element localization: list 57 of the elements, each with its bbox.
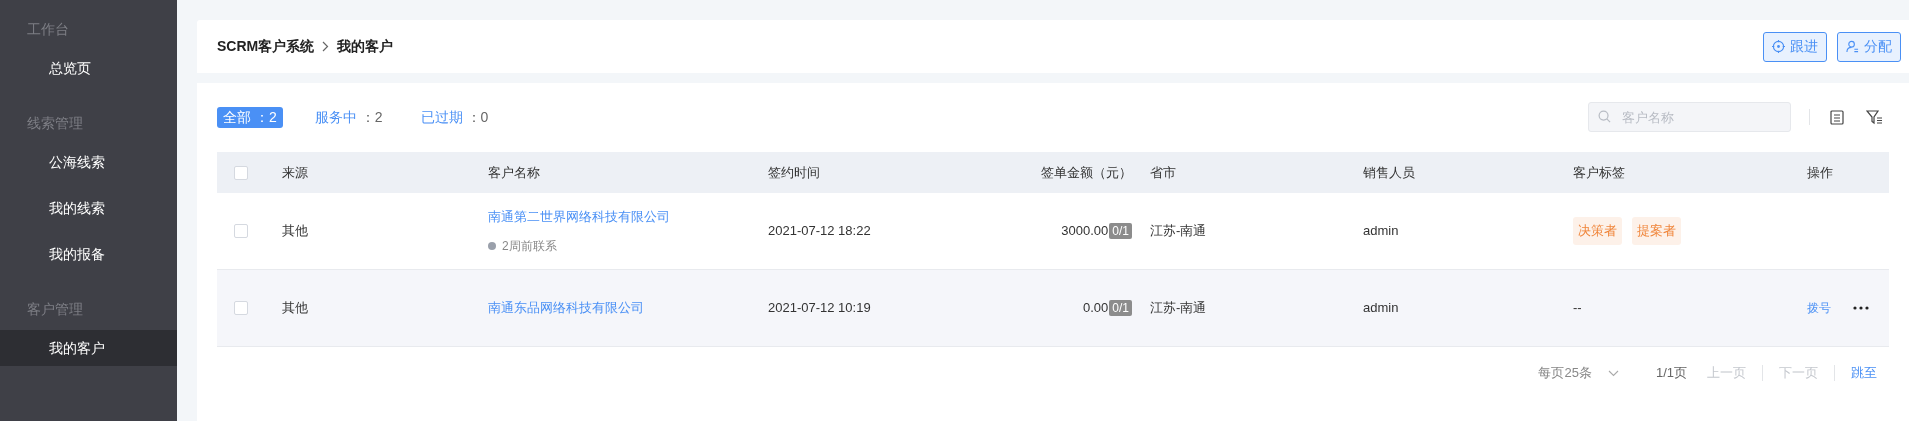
table-cell-text: 0.00 — [1083, 299, 1109, 318]
page-indicator: 1/1页 — [1655, 364, 1687, 383]
ratio-badge: 0/1 — [1109, 223, 1132, 239]
chevron-right-icon — [322, 41, 330, 52]
assign-button[interactable]: 分配 — [1837, 31, 1901, 62]
target-icon — [1772, 40, 1785, 53]
table-cell-text: -- — [1573, 299, 1582, 318]
column-header: 客户名称 — [488, 164, 540, 180]
ratio-badge: 0/1 — [1109, 300, 1132, 316]
follow-button[interactable]: 跟进 — [1763, 31, 1827, 62]
column-header: 来源 — [282, 164, 308, 180]
jump-to-link[interactable]: 跳至 — [1851, 363, 1877, 383]
table-cell: 其他 — [282, 223, 308, 239]
tag: 提案者 — [1632, 217, 1681, 245]
dial-link[interactable]: 拨号 — [1807, 299, 1831, 317]
column-header: 签约时间 — [768, 164, 820, 180]
column-header: 省市 — [1150, 164, 1176, 180]
filter-tab[interactable]: 服务中 ：2 — [308, 106, 389, 128]
table-cell: 2021-07-12 18:22 — [768, 223, 871, 239]
sidebar-item[interactable]: 我的客户 — [0, 330, 177, 366]
filter-icon[interactable] — [1866, 109, 1883, 125]
filter-tab[interactable]: 已过期 ：0 — [414, 106, 495, 128]
breadcrumb-item[interactable]: 我的客户 — [337, 36, 394, 57]
sidebar-group-title: 客户管理 — [26, 300, 83, 319]
table-cell: 其他 — [282, 300, 308, 316]
last-contact-text: 2周前联系 — [502, 237, 557, 255]
table-cell: 江苏-南通 — [1150, 300, 1207, 316]
sidebar-item[interactable]: 总览页 — [0, 50, 177, 86]
tag: 决策者 — [1573, 217, 1622, 245]
list-icon[interactable] — [1830, 109, 1844, 125]
checkbox[interactable] — [233, 224, 248, 238]
table-cell: 江苏-南通 — [1150, 223, 1207, 239]
sidebar-item[interactable]: 我的报备 — [0, 236, 177, 272]
filter-tab[interactable]: 全部 ：2 — [217, 106, 283, 128]
breadcrumb-item[interactable]: SCRM客户系统 — [217, 36, 315, 57]
table-cell: admin — [1363, 223, 1399, 239]
sidebar-item[interactable]: 我的线索 — [0, 190, 177, 226]
column-header: 销售人员 — [1363, 164, 1415, 180]
customer-link[interactable]: 南通东品网络科技有限公司 — [488, 298, 644, 318]
page-size-select[interactable]: 每页25条 — [1538, 363, 1592, 383]
chevron-down-icon — [1607, 369, 1619, 377]
sidebar-group-title: 工作台 — [26, 20, 69, 39]
checkbox[interactable] — [233, 165, 248, 180]
sidebar-item[interactable]: 公海线索 — [0, 144, 177, 180]
column-header: 操作 — [1807, 164, 1833, 180]
search-field[interactable]: 客户名称 — [1588, 102, 1791, 132]
checkbox[interactable] — [233, 301, 248, 315]
search-icon — [1598, 110, 1611, 123]
table-cell-text: 3000.00 — [1061, 222, 1109, 241]
customer-link[interactable]: 南通第二世界网络科技有限公司 — [488, 207, 670, 227]
sidebar-group-title: 线索管理 — [26, 114, 83, 133]
user-icon — [1846, 40, 1859, 53]
column-header: 客户标签 — [1573, 164, 1625, 180]
table-cell: admin — [1363, 300, 1399, 316]
column-header: 签单金额（元） — [1041, 164, 1132, 180]
table-cell: 2021-07-12 10:19 — [768, 300, 871, 316]
more-icon[interactable] — [1853, 306, 1869, 310]
